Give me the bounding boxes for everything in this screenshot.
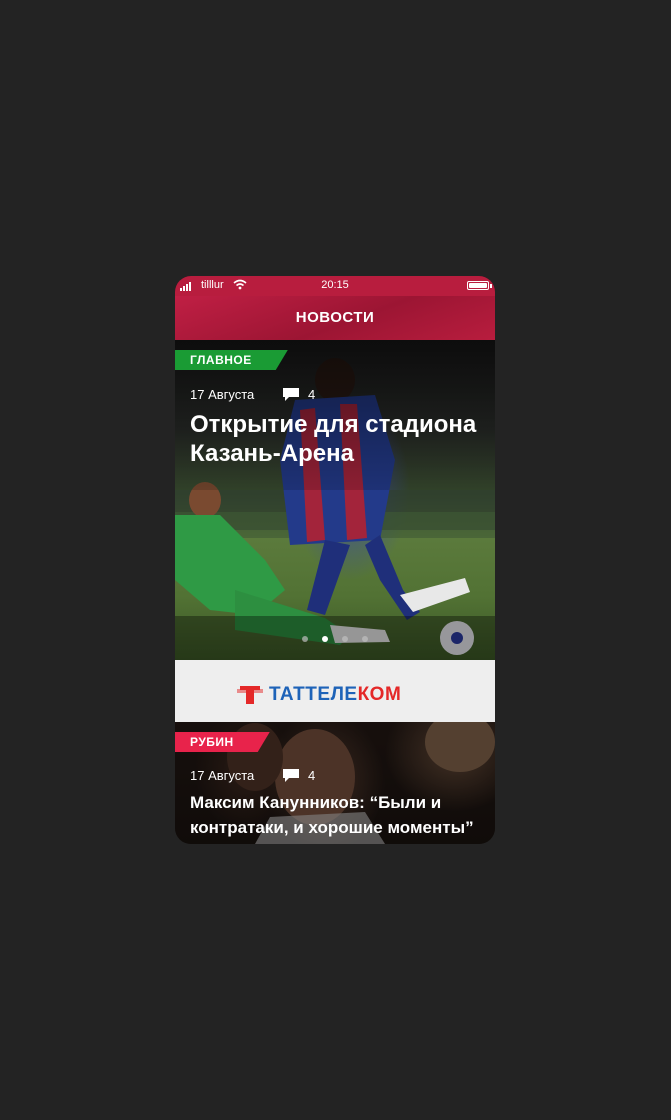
news-date: 17 Августа bbox=[190, 387, 255, 402]
news-meta: 17 Августа 4 bbox=[190, 768, 315, 783]
page-title: НОВОСТИ bbox=[295, 309, 375, 326]
status-bar: tilllur 20:15 bbox=[175, 276, 495, 296]
tattelecom-logo-icon bbox=[237, 686, 263, 704]
carousel-dot[interactable] bbox=[302, 636, 308, 642]
featured-headline: Открытие для стадиона Казань-Арена bbox=[190, 411, 477, 467]
ad-brand-part1: ТАТТЕЛЕ bbox=[269, 684, 358, 705]
news-headline: Максим Канунников: “Были и контратаки, и… bbox=[190, 793, 474, 837]
carousel-dots[interactable] bbox=[175, 636, 495, 642]
carousel-dot-active[interactable] bbox=[322, 636, 328, 642]
news-card[interactable]: РУБИН 17 Августа 4 Максим Канунников: “Б… bbox=[175, 722, 495, 844]
comment-count: 4 bbox=[308, 768, 316, 783]
category-badge: РУБИН bbox=[175, 732, 270, 752]
comment-icon bbox=[282, 387, 300, 402]
nav-bar: НОВОСТИ bbox=[175, 296, 495, 340]
ad-brand-part2: КОМ bbox=[357, 684, 402, 705]
carousel-dot[interactable] bbox=[362, 636, 368, 642]
featured-meta: 17 Августа 4 bbox=[190, 387, 315, 402]
comment-icon bbox=[282, 768, 300, 783]
news-date: 17 Августа bbox=[190, 768, 255, 783]
comment-count: 4 bbox=[308, 387, 316, 402]
phone-screen: tilllur 20:15 НОВОСТИ ГЛАВНОЕ 17 Августа… bbox=[175, 276, 495, 844]
ad-brand-text: ТАТТЕЛЕКОМ bbox=[269, 684, 401, 706]
tattelecom-logo: ТАТТЕЛЕКОМ bbox=[237, 684, 401, 706]
battery-nub bbox=[490, 284, 492, 288]
featured-news-card[interactable]: ГЛАВНОЕ 17 Августа 4 Открытие для стадио… bbox=[175, 340, 495, 660]
ad-banner[interactable]: ТАТТЕЛЕКОМ bbox=[175, 660, 495, 722]
category-badge: ГЛАВНОЕ bbox=[175, 350, 288, 370]
carousel-dot[interactable] bbox=[342, 636, 348, 642]
battery-icon bbox=[467, 281, 489, 290]
status-time: 20:15 bbox=[321, 279, 349, 291]
